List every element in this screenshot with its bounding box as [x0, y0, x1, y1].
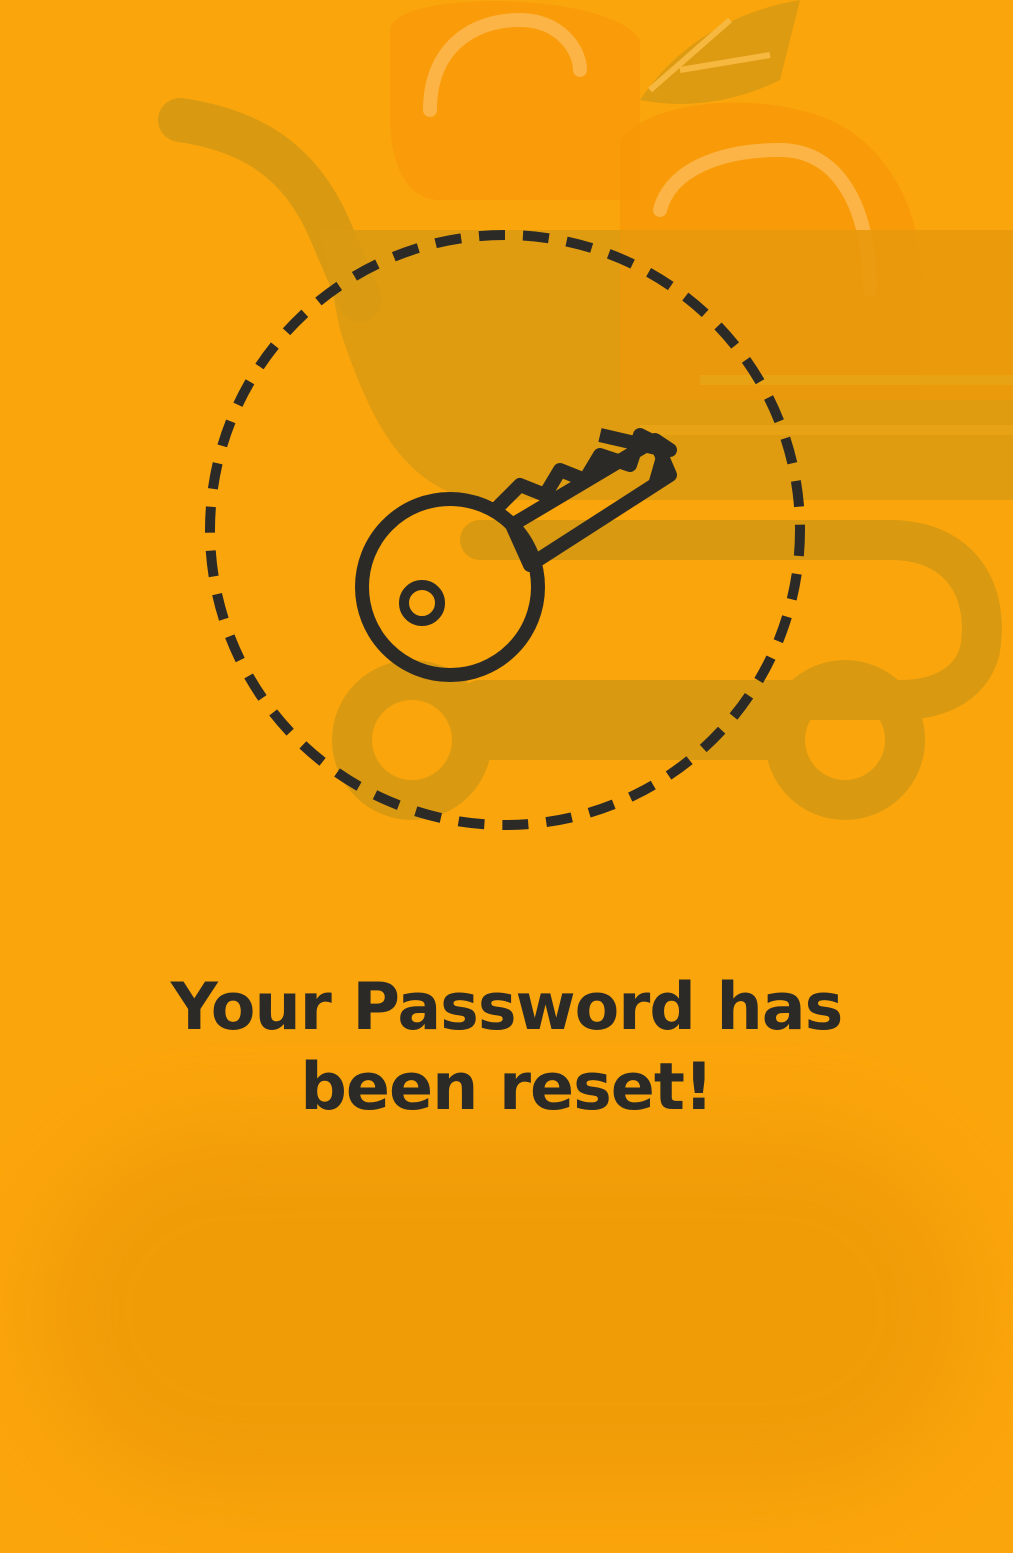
dashed-circle-icon — [205, 230, 805, 830]
reset-success-message: Your Password has been reset! — [0, 968, 1013, 1128]
key-icon — [205, 230, 805, 830]
message-line-1: Your Password has — [170, 970, 844, 1045]
password-reset-success-screen: Your Password has been reset! — [0, 0, 1013, 1553]
message-line-2: been reset! — [300, 1050, 713, 1125]
decorative-shadow — [40, 1130, 970, 1490]
